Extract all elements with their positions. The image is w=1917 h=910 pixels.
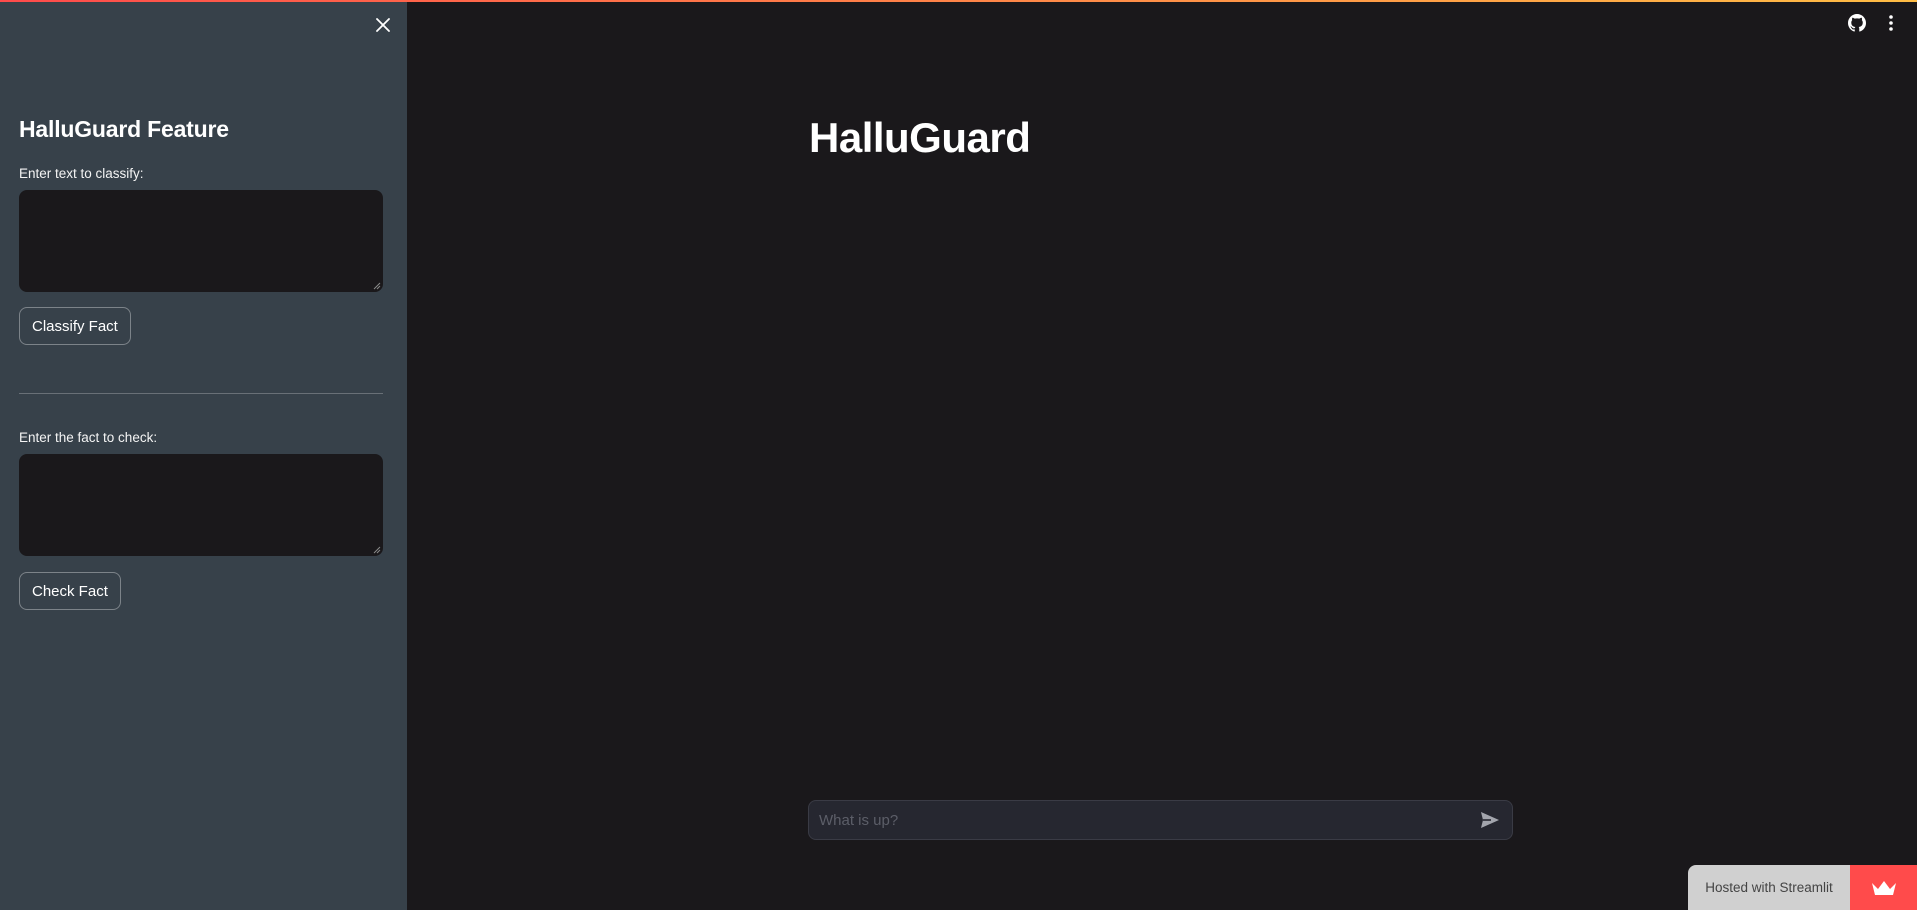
send-icon xyxy=(1481,812,1499,828)
chat-input[interactable] xyxy=(809,801,1459,839)
hosted-label: Hosted with Streamlit xyxy=(1688,865,1850,910)
page-title: HalluGuard xyxy=(809,114,1031,161)
sidebar: HalluGuard Feature Enter text to classif… xyxy=(0,0,407,910)
send-button[interactable] xyxy=(1478,809,1502,831)
github-button[interactable] xyxy=(1846,12,1868,34)
classify-text-label: Enter text to classify: xyxy=(19,166,144,181)
check-fact-label: Enter the fact to check: xyxy=(19,430,158,445)
hosted-with-streamlit-badge[interactable]: Hosted with Streamlit xyxy=(1688,865,1917,910)
close-icon xyxy=(376,18,390,32)
check-fact-button[interactable]: Check Fact xyxy=(19,572,121,610)
classify-fact-button[interactable]: Classify Fact xyxy=(19,307,131,345)
check-fact-input[interactable] xyxy=(19,454,383,556)
top-decoration-bar xyxy=(0,0,1917,2)
sidebar-divider xyxy=(19,393,383,394)
more-vertical-icon xyxy=(1889,15,1893,31)
streamlit-crown-icon xyxy=(1871,880,1896,895)
chat-input-container xyxy=(808,800,1513,840)
streamlit-logo xyxy=(1850,865,1917,910)
resize-grip-icon[interactable] xyxy=(373,546,381,554)
github-icon xyxy=(1848,14,1866,32)
classify-text-input[interactable] xyxy=(19,190,383,292)
resize-grip-icon[interactable] xyxy=(373,282,381,290)
main-menu-button[interactable] xyxy=(1880,12,1902,34)
sidebar-title: HalluGuard Feature xyxy=(19,116,229,142)
close-sidebar-button[interactable] xyxy=(371,13,395,37)
